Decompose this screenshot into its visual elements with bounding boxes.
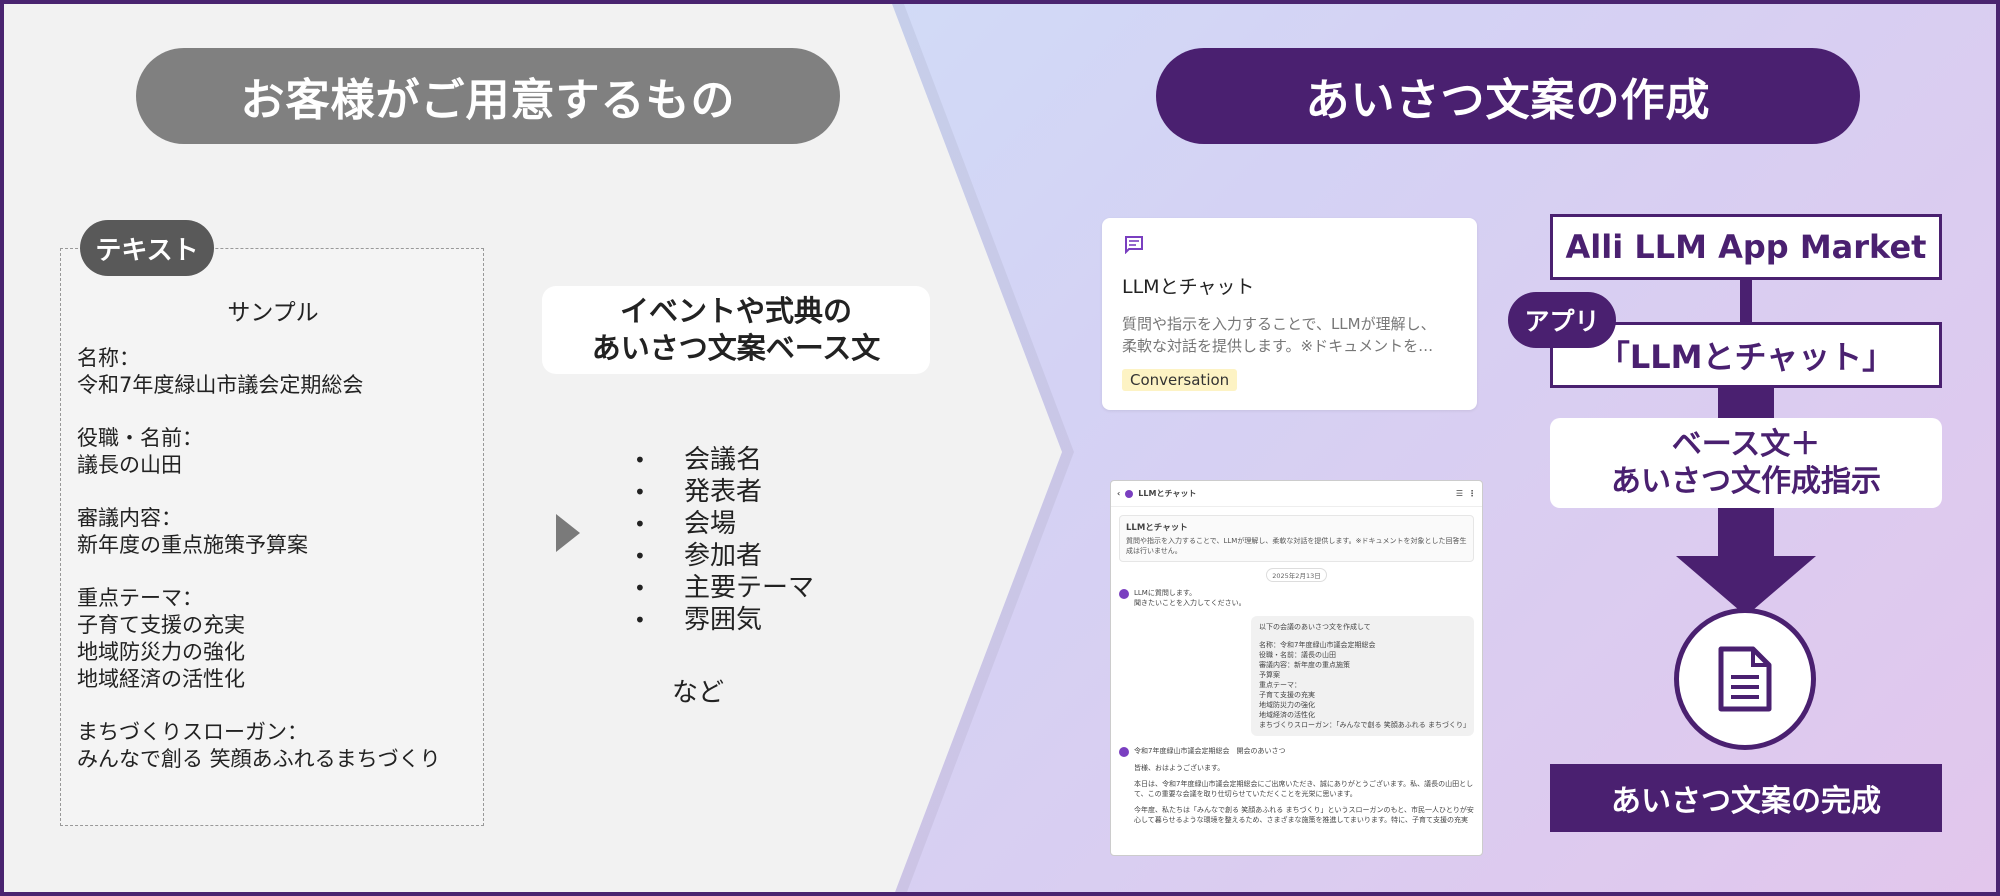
field-value: 地域防災力の強化 — [77, 640, 245, 664]
right-section-header: あいさつ文案の作成 — [1156, 48, 1860, 144]
base-text-box: イベントや式典の あいさつ文案ベース文 — [542, 286, 930, 374]
app-card-description: 質問や指示を入力することで、LLMが理解し、 柔軟な対話を提供します。※ドキュメ… — [1122, 315, 1436, 355]
list-item: • 参加者 — [634, 541, 763, 571]
field-value: 議長の山田 — [77, 453, 182, 477]
field-value: 子育て支援の充実 — [77, 613, 245, 637]
bullet-list: • 会議名 • 発表者 • 会場 • 参加者 • 主要テーマ • 雰囲気 — [632, 444, 814, 636]
field-themes: 重点テーマ： 子育て支援の充実 地域防災力の強化 地域経済の活性化 — [77, 585, 469, 693]
connector-line — [1740, 280, 1752, 324]
play-triangle-icon — [556, 514, 580, 552]
field-name: 名称： 令和7年度緑山市議会定期総会 — [77, 345, 469, 399]
list-item: • 会議名 — [634, 445, 763, 475]
field-role: 役職・名前： 議長の山田 — [77, 425, 469, 479]
back-chevron-icon[interactable]: ‹ — [1117, 489, 1120, 498]
chat-info-title: LLMとチャット — [1126, 523, 1188, 533]
app-card-tag: Conversation — [1122, 369, 1238, 391]
field-value: みんなで創る 笑顔あふれるまちづくり — [77, 747, 441, 771]
field-slogan: まちづくりスローガン： みんなで創る 笑顔あふれるまちづくり — [77, 719, 469, 773]
bot-logo-icon — [1125, 489, 1134, 498]
list-item: • 雰囲気 — [634, 605, 763, 635]
chat-info-desc: 質問や指示を入力することで、LLMが理解し、柔軟な対話を提供します。※ドキュメン… — [1126, 537, 1467, 555]
flow-arrow-head — [1676, 556, 1816, 616]
more-vert-icon[interactable]: ⋮ — [1468, 489, 1476, 498]
completion-box: あいさつ文案の完成 — [1550, 764, 1942, 832]
text-tag: テキスト — [80, 220, 214, 276]
instruction-box: ベース文＋ あいさつ文作成指示 — [1550, 418, 1942, 508]
bullet-list-etc: など — [672, 678, 725, 708]
list-item: • 会場 — [634, 509, 737, 539]
chat-app-info: LLMとチャット 質問や指示を入力することで、LLMが理解し、柔軟な対話を提供し… — [1119, 515, 1474, 562]
bot-greeting: LLMに質問します。 聞きたいことを入力してください。 — [1119, 588, 1474, 608]
chat-header: ‹ LLMとチャット ☰ ⋮ — [1111, 481, 1482, 507]
chat-date: 2025年2月13日 — [1111, 568, 1482, 582]
field-label: 重点テーマ： — [77, 586, 203, 610]
document-icon — [1718, 646, 1772, 712]
bot-reply: 令和7年度緑山市議会定期総会 開会のあいさつ 皆様、おはようございます。 本日は… — [1119, 746, 1474, 825]
bot-avatar-icon — [1119, 747, 1129, 757]
base-text-line-1: イベントや式典の — [619, 294, 852, 328]
left-section-header: お客様がご用意するもの — [136, 48, 840, 144]
bot-avatar-icon — [1119, 589, 1129, 599]
field-value: 地域経済の活性化 — [77, 667, 245, 691]
document-circle — [1674, 608, 1816, 750]
base-text-line-2: あいさつ文案ベース文 — [591, 331, 881, 365]
field-value: 新年度の重点施策予算案 — [77, 533, 308, 557]
chat-header-title: LLMとチャット — [1138, 489, 1197, 498]
app-card-title: LLMとチャット — [1122, 276, 1255, 298]
list-icon[interactable]: ☰ — [1456, 489, 1463, 498]
field-value: 令和7年度緑山市議会定期総会 — [77, 373, 364, 397]
chat-bubble-icon — [1125, 236, 1143, 255]
user-message: 以下の会議のあいさつ文を作成して 名称：令和7年度緑山市議会定期総会 役職・名前… — [1251, 616, 1474, 736]
field-label: 役職・名前： — [77, 426, 203, 450]
field-agenda: 審議内容： 新年度の重点施策予算案 — [77, 505, 469, 559]
text-sample-card: サンプル 名称： 令和7年度緑山市議会定期総会 役職・名前： 議長の山田 審議内… — [60, 248, 484, 826]
text-card-title: サンプル — [227, 300, 319, 326]
list-item: • 発表者 — [634, 477, 763, 507]
field-label: まちづくりスローガン： — [77, 720, 308, 744]
app-card-llm-chat[interactable]: LLMとチャット 質問や指示を入力することで、LLMが理解し、 柔軟な対話を提供… — [1102, 218, 1477, 410]
list-item: • 主要テーマ — [634, 573, 815, 603]
field-label: 審議内容： — [77, 506, 182, 530]
chat-screenshot: ‹ LLMとチャット ☰ ⋮ LLMとチャット 質問や指示を入力することで、LL… — [1110, 480, 1483, 856]
app-tag: アプリ — [1508, 292, 1616, 348]
slide: お客様がご用意するもの あいさつ文案の作成 サンプル 名称： 令和7年度緑山市議… — [0, 0, 2000, 896]
app-market-box: Alli LLM App Market — [1550, 214, 1942, 280]
field-label: 名称： — [77, 346, 140, 370]
reply-title: 令和7年度緑山市議会定期総会 開会のあいさつ — [1134, 747, 1286, 755]
